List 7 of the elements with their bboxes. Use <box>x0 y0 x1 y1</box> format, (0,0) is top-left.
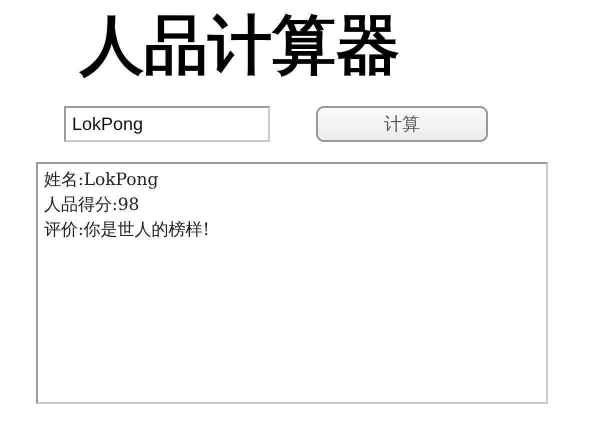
result-line: 评价:你是世人的榜样! <box>44 219 210 242</box>
result-text-area[interactable]: 姓名:LokPong 人品得分:98 评价:你是世人的榜样! <box>36 162 548 404</box>
result-line: 人品得分:98 <box>44 194 140 217</box>
name-input-field[interactable]: LokPong <box>64 106 270 142</box>
result-line: 姓名:LokPong <box>44 169 158 192</box>
page-title: 人品计算器 <box>78 8 400 84</box>
calculate-button[interactable]: 计算 <box>316 106 488 142</box>
